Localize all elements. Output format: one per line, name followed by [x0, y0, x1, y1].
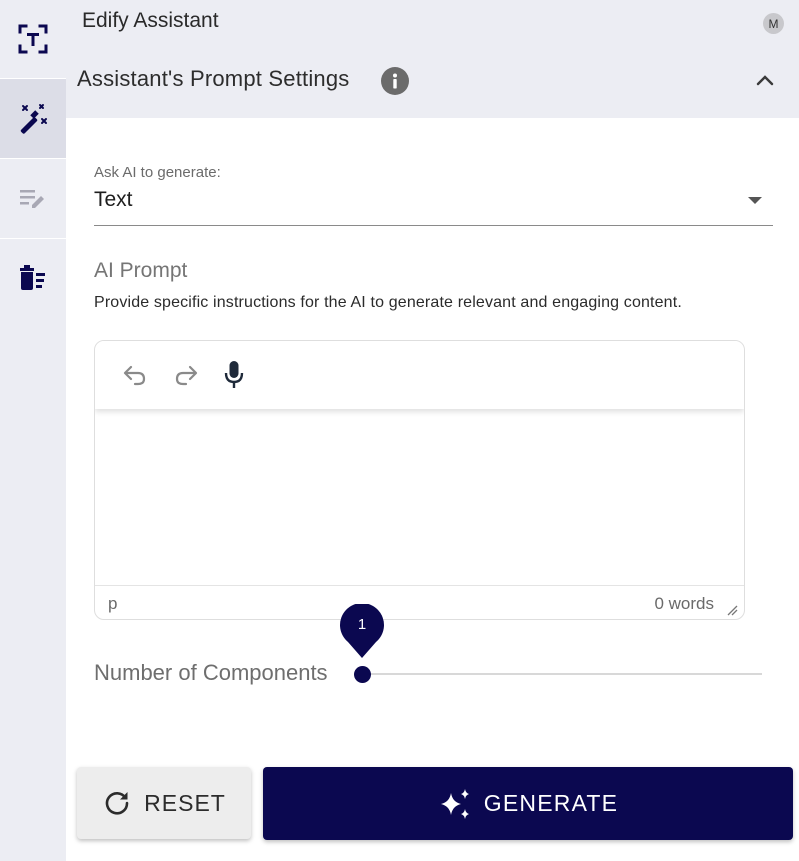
- reset-button[interactable]: RESET: [77, 767, 251, 839]
- components-slider-track[interactable]: [362, 673, 762, 675]
- undo-button[interactable]: [119, 359, 151, 391]
- prompt-editor-body[interactable]: [95, 409, 744, 585]
- reset-icon: [105, 791, 129, 815]
- sidebar: [0, 0, 66, 861]
- redo-icon: [175, 365, 198, 386]
- prompt-section-description: Provide specific instructions for the AI…: [94, 294, 682, 311]
- editor-toolbar: [95, 341, 744, 409]
- reset-button-label: RESET: [144, 789, 226, 816]
- delete-list-icon: [20, 265, 45, 290]
- app-title: Edify Assistant: [82, 9, 219, 32]
- sidebar-item-delete-list[interactable]: [0, 239, 66, 317]
- magic-wand-icon: [20, 103, 47, 134]
- microphone-icon: [224, 361, 244, 388]
- collapse-panel-button[interactable]: [751, 66, 779, 94]
- editor-statusbar: p 0 words: [95, 585, 744, 619]
- components-slider-label: Number of Components: [94, 660, 328, 685]
- generate-button[interactable]: GENERATE: [263, 767, 793, 840]
- generate-type-label: Ask AI to generate:: [94, 164, 221, 181]
- generate-button-label: GENERATE: [483, 790, 619, 816]
- sidebar-item-text-extract[interactable]: [0, 0, 66, 78]
- element-path[interactable]: p: [108, 594, 117, 614]
- undo-icon: [123, 365, 146, 386]
- caret-down-icon[interactable]: [748, 197, 762, 204]
- app-root: Edify Assistant M Assistant's Prompt Set…: [0, 0, 799, 861]
- prompt-editor: p 0 words: [94, 340, 745, 620]
- edit-list-icon: [20, 189, 44, 208]
- text-frame-icon: [18, 24, 48, 54]
- generate-type-select[interactable]: Text: [94, 188, 133, 212]
- avatar[interactable]: M: [763, 13, 784, 34]
- components-slider-thumb[interactable]: [354, 666, 371, 683]
- prompt-section-title: AI Prompt: [94, 259, 188, 282]
- info-icon[interactable]: [381, 67, 409, 95]
- sidebar-item-edit[interactable]: [0, 159, 66, 238]
- redo-button[interactable]: [170, 359, 202, 391]
- dictate-button[interactable]: [218, 359, 250, 391]
- sparkles-icon: [440, 788, 469, 819]
- sidebar-item-ai-generate[interactable]: [0, 79, 66, 158]
- select-underline: [94, 225, 773, 226]
- panel-title: Assistant's Prompt Settings: [77, 66, 350, 91]
- info-glyph: [393, 73, 397, 89]
- chevron-up-icon: [756, 75, 774, 86]
- resize-handle-icon[interactable]: [726, 604, 738, 616]
- word-count: 0 words: [654, 594, 714, 613]
- components-slider-value: 1: [357, 616, 367, 633]
